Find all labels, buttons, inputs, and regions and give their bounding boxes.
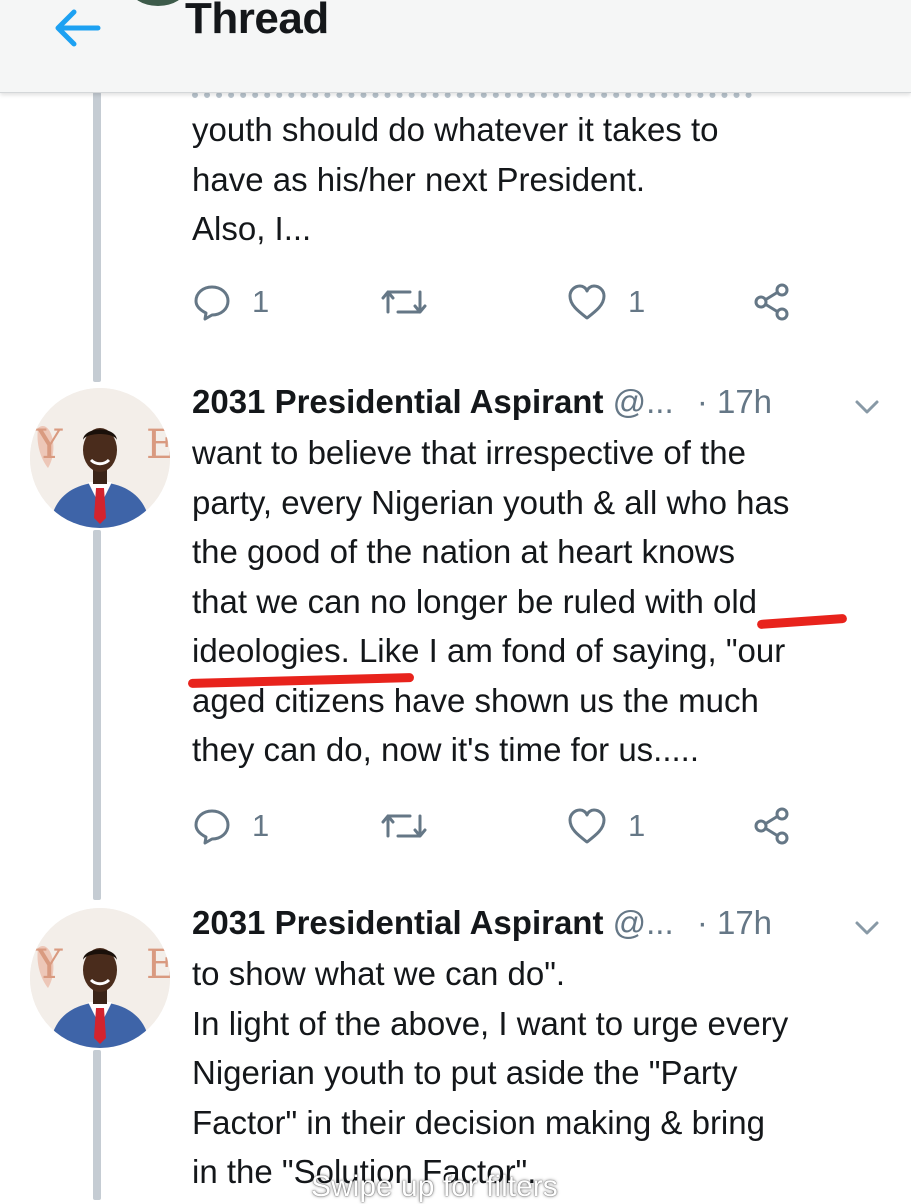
like-button[interactable]: 1 (566, 806, 645, 846)
thread-line (93, 1050, 101, 1200)
page-title: Thread (185, 0, 329, 43)
author-name[interactable]: 2031 Presidential Aspirant (192, 383, 603, 420)
like-button[interactable]: 1 (566, 282, 645, 322)
arrow-left-icon[interactable] (48, 4, 104, 52)
retweet-button[interactable] (380, 282, 448, 322)
like-count: 1 (628, 808, 646, 843)
tweet-time: · 17h (696, 904, 773, 941)
retweet-icon (381, 814, 427, 838)
author-name[interactable]: 2031 Presidential Aspirant (192, 904, 603, 941)
chevron-down-icon[interactable] (852, 397, 882, 417)
reply-count: 1 (252, 808, 270, 843)
thread-line (93, 92, 101, 382)
thread-line (93, 530, 101, 900)
tweet-text: to show what we can do". In light of the… (192, 955, 789, 1190)
retweet-icon (381, 290, 427, 314)
svg-text:Y: Y (35, 942, 63, 988)
reply-button[interactable]: 1 (192, 806, 269, 846)
reply-button[interactable]: 1 (192, 282, 269, 322)
share-button[interactable] (752, 282, 792, 322)
top-app-bar: Thread (0, 0, 911, 93)
tweet-header: 2031 Presidential Aspirant @... · 17h (192, 379, 892, 425)
author-handle[interactable]: @... (613, 904, 674, 941)
svg-text:Y: Y (35, 422, 63, 468)
tweet-time: · 17h (696, 383, 773, 420)
tweet-text: youth should do whatever it takes to hav… (192, 111, 719, 247)
reply-count: 1 (252, 284, 270, 319)
swipe-hint: Swipe up for filters (311, 1170, 558, 1203)
svg-text:E: E (146, 422, 170, 468)
heart-icon (568, 808, 606, 844)
avatar (130, 0, 186, 6)
share-button[interactable] (752, 806, 792, 846)
author-handle[interactable]: @... (613, 383, 674, 420)
chevron-down-icon[interactable] (852, 918, 882, 938)
like-count: 1 (628, 284, 646, 319)
share-icon (754, 283, 789, 321)
avatar[interactable]: Y E (30, 388, 170, 528)
retweet-button[interactable] (380, 806, 448, 846)
avatar[interactable]: Y E (30, 908, 170, 1048)
heart-icon (568, 284, 606, 320)
reply-icon (194, 809, 230, 845)
tweet-text: want to believe that irrespective of the… (192, 434, 790, 768)
tweet-header: 2031 Presidential Aspirant @... · 17h (192, 900, 892, 946)
reply-icon (194, 285, 230, 321)
svg-text:E: E (146, 942, 170, 988)
share-icon (754, 807, 789, 845)
